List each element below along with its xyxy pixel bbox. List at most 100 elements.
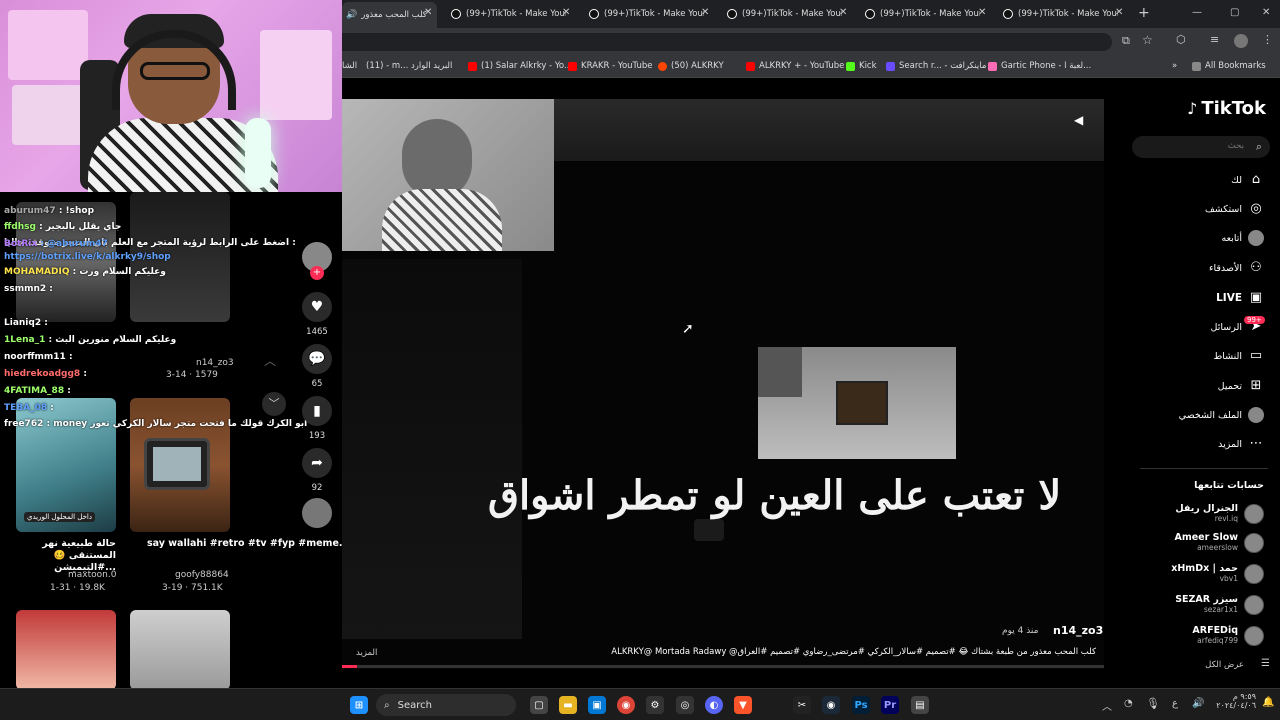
save-button[interactable]: ▮: [302, 396, 332, 426]
bookmark-item[interactable]: (1) Salar Alkrky - Yo...: [468, 61, 572, 71]
profile-avatar[interactable]: [1234, 34, 1248, 48]
progress-track[interactable]: [342, 665, 1104, 668]
more-button[interactable]: المزيد: [356, 648, 377, 658]
tab-tiktok[interactable]: (99+)TikTok - Make Your: [584, 4, 704, 24]
photoshop-icon[interactable]: Ps: [852, 696, 870, 714]
account-avatar[interactable]: [1244, 504, 1264, 524]
window-close-icon[interactable]: ✕: [1262, 7, 1270, 18]
sound-avatar[interactable]: [302, 498, 332, 528]
video-thumbnail[interactable]: [16, 202, 116, 322]
bookmark-item[interactable]: Gartic Phone - لعبة ا...: [988, 61, 1091, 71]
nav-upload[interactable]: تحميل ⊞: [1218, 378, 1264, 394]
tab-tiktok[interactable]: (99+)TikTok - Make Your: [998, 4, 1118, 24]
following-account[interactable]: xHmDx | حمد vbv1: [1171, 563, 1238, 583]
capcut-icon[interactable]: ✂: [793, 696, 811, 714]
nav-activity[interactable]: النشاط ▭: [1213, 348, 1264, 364]
video-thumbnail[interactable]: [16, 610, 116, 690]
chrome-icon[interactable]: ◉: [617, 696, 635, 714]
file-explorer-icon[interactable]: ▬: [559, 696, 577, 714]
close-icon[interactable]: ✕: [1115, 7, 1123, 18]
tab-tiktok[interactable]: (99+)TikTok - Make Your: [860, 4, 980, 24]
search-icon[interactable]: ⌕: [1256, 140, 1262, 154]
nav-following[interactable]: أتابعه: [1222, 230, 1264, 246]
store-icon[interactable]: ▣: [588, 696, 606, 714]
chevron-up-icon[interactable]: ︿: [264, 352, 276, 369]
close-icon[interactable]: ✕: [562, 7, 570, 18]
following-account[interactable]: ARFEDiq arfediq799: [1192, 625, 1238, 645]
tab-tiktok[interactable]: (99+)TikTok - Make Your: [446, 4, 566, 24]
video-caption[interactable]: حالة طبيعية نهر المستنقى 🥴 #التيميشن...: [18, 538, 116, 574]
share-button[interactable]: ➦: [302, 448, 332, 478]
close-icon[interactable]: ✕: [839, 7, 847, 18]
like-button[interactable]: ♥: [302, 292, 332, 322]
following-account[interactable]: الجنرال ريفل revl.iq: [1175, 503, 1238, 523]
network-icon[interactable]: ◔: [1124, 698, 1133, 709]
chat-link[interactable]: https://botrix.live/k/alkrky9/shop: [4, 252, 171, 262]
app-window-icon[interactable]: ▤: [911, 696, 929, 714]
tray-chevron-icon[interactable]: ︿: [1102, 698, 1112, 713]
bookmark-item[interactable]: KRAKR - YouTube: [568, 61, 652, 71]
windows-start-icon[interactable]: ⊞: [350, 696, 368, 714]
see-all-link[interactable]: عرض الكل: [1205, 660, 1244, 670]
all-bookmarks[interactable]: All Bookmarks: [1192, 61, 1266, 71]
following-account[interactable]: Ameer Slow ameerslow: [1174, 532, 1238, 552]
bookmark-item[interactable]: ALKRKY + - YouTube: [746, 61, 844, 71]
bookmark-item[interactable]: Search r... - ماينكرافت: [886, 61, 986, 71]
task-view-icon[interactable]: ▢: [530, 696, 548, 714]
video-user[interactable]: maxtoon.0: [68, 570, 116, 580]
steam-icon[interactable]: ◉: [822, 696, 840, 714]
lang-indicator[interactable]: ع: [1172, 698, 1178, 709]
close-icon[interactable]: ✕: [701, 7, 709, 18]
nav-for-you[interactable]: لك ⌂: [1231, 172, 1264, 188]
account-avatar[interactable]: [1244, 533, 1264, 553]
menu-lines-icon[interactable]: ☰: [1261, 658, 1270, 669]
search-input[interactable]: ⌕ بحث: [1132, 136, 1270, 158]
taskbar-search[interactable]: ⌕ Search: [376, 694, 516, 716]
clock[interactable]: ٩:٥٩ م ٢٠٢٤/٠٤/٠٦: [1212, 692, 1256, 710]
bookmarks-chevron-icon[interactable]: »: [1172, 61, 1177, 71]
app-icon[interactable]: ⚙: [646, 696, 664, 714]
maximize-icon[interactable]: ▢: [1230, 7, 1239, 18]
obs-icon[interactable]: ◎: [676, 696, 694, 714]
video-user[interactable]: goofy88864: [175, 570, 229, 580]
menu-icon[interactable]: ⋮: [1262, 33, 1273, 46]
following-account[interactable]: SEZAR سيزر sezar1x1: [1175, 594, 1238, 614]
chevron-down-icon[interactable]: ﹀: [262, 392, 286, 416]
nav-live[interactable]: LIVE ▣: [1216, 290, 1264, 306]
tab-active[interactable]: 🔊 كلب المحب معذور: [342, 2, 437, 28]
nav-profile[interactable]: الملف الشخصي: [1179, 407, 1264, 423]
main-video-player[interactable]: ◀ ➚: [342, 99, 1104, 669]
video-author[interactable]: n14_zo3: [1053, 624, 1103, 637]
account-avatar[interactable]: [1244, 595, 1264, 615]
extensions-icon[interactable]: ⬡: [1176, 33, 1186, 46]
notification-icon[interactable]: 🔔: [1262, 697, 1274, 708]
nav-friends[interactable]: الأصدقاء ⚇: [1209, 260, 1264, 276]
account-avatar[interactable]: [1244, 564, 1264, 584]
media-icon[interactable]: ≡: [1210, 33, 1219, 46]
bookmark-item[interactable]: (11) - m... البريد الوارد: [366, 61, 452, 71]
tab-tiktok[interactable]: (99+)TikTok - Make Your: [722, 4, 842, 24]
account-avatar[interactable]: [1244, 626, 1264, 646]
tiktok-logo[interactable]: ♪ TikTok: [1187, 98, 1266, 119]
minimize-icon[interactable]: —: [1192, 7, 1202, 18]
premiere-icon[interactable]: Pr: [881, 696, 899, 714]
address-bar[interactable]: ⧉ ☆ ⬡ ≡ ⋮: [342, 28, 1280, 56]
video-caption[interactable]: say wallahi #retro #tv #fyp #meme...: [147, 538, 350, 549]
star-icon[interactable]: ☆: [1142, 33, 1153, 47]
url-field[interactable]: [342, 33, 1112, 51]
nav-more[interactable]: المزيد ⋯: [1218, 436, 1264, 452]
mic-icon[interactable]: 🎙: [1146, 697, 1160, 710]
close-icon[interactable]: ✕: [424, 7, 432, 18]
bookmark-item[interactable]: الشا: [342, 61, 357, 71]
nav-explore[interactable]: استكشف ◎: [1205, 201, 1264, 217]
brave-icon[interactable]: ▼: [734, 696, 752, 714]
follow-plus-icon[interactable]: +: [310, 266, 324, 280]
video-thumbnail[interactable]: [130, 610, 230, 690]
volume-icon[interactable]: ◀: [1074, 113, 1083, 127]
comment-button[interactable]: 💬: [302, 344, 332, 374]
discord-icon[interactable]: ◐: [705, 696, 723, 714]
install-icon[interactable]: ⧉: [1122, 34, 1130, 48]
bookmark-item[interactable]: Kick: [846, 61, 877, 71]
new-tab-button[interactable]: +: [1138, 5, 1150, 21]
bookmark-item[interactable]: (50) ALKRKY: [658, 61, 724, 71]
